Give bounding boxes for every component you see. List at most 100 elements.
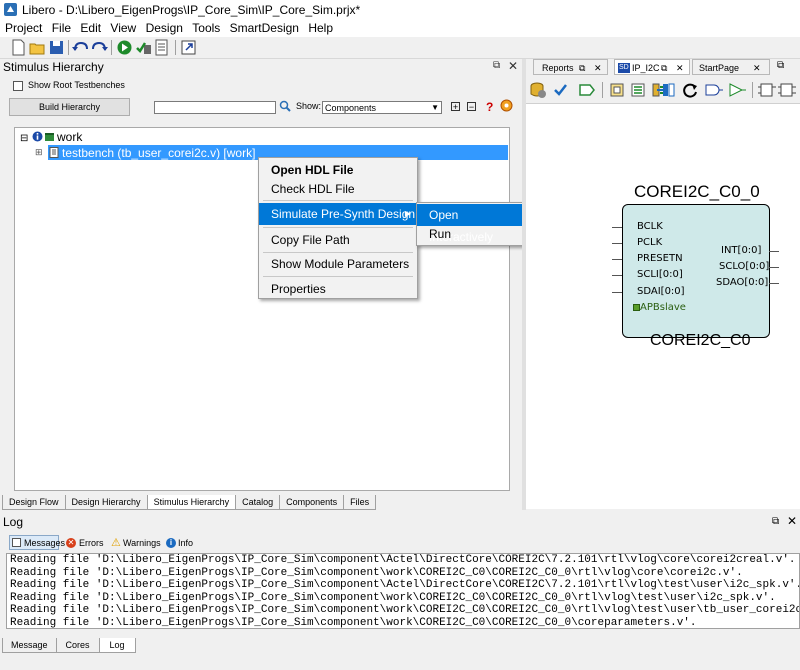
- check-icon[interactable]: [135, 39, 152, 56]
- smartdesign-panel: Reports ⧉ ✕ SD IP_I2C ⧉ ✕ StartPage ✕ ⧉ …: [526, 59, 800, 509]
- pin-stub: [612, 227, 622, 228]
- filter-info-button[interactable]: i Info: [165, 536, 197, 550]
- tab-files[interactable]: Files: [343, 495, 377, 510]
- filter-messages-button[interactable]: Messages: [9, 535, 65, 550]
- tab-ip-i2c[interactable]: SD IP_I2C ⧉ ✕: [614, 59, 690, 75]
- menu-item-simulate-pre-synth[interactable]: Simulate Pre-Synth Design ▶: [259, 203, 417, 225]
- libero-app-icon: [4, 3, 17, 16]
- buffer-gate-icon[interactable]: [727, 83, 747, 97]
- design-rule-check-icon[interactable]: [553, 82, 568, 97]
- tab-components[interactable]: Components: [279, 495, 345, 510]
- show-root-checkbox[interactable]: [13, 81, 23, 91]
- smartdesign-badge-icon: SD: [618, 63, 630, 73]
- filter-warnings-button[interactable]: ⚠ Warnings: [110, 536, 162, 550]
- latch-icon[interactable]: [778, 83, 796, 97]
- close-log-icon[interactable]: ✕: [787, 514, 797, 528]
- expand-all-icon[interactable]: +: [451, 102, 460, 112]
- pin-int[interactable]: INT[0:0]: [721, 245, 761, 256]
- help-icon[interactable]: ?: [486, 100, 493, 114]
- undo-icon[interactable]: [72, 39, 89, 56]
- tab-catalog[interactable]: Catalog: [235, 495, 281, 510]
- flip-flop-icon[interactable]: [758, 83, 776, 97]
- close-tab-icon[interactable]: ✕: [676, 60, 684, 76]
- tab-startpage[interactable]: StartPage ✕: [692, 59, 770, 75]
- pin-scli[interactable]: SCLI[0:0]: [637, 269, 683, 280]
- pin-sdao[interactable]: SDAO[0:0]: [716, 277, 768, 288]
- menu-file[interactable]: File: [49, 20, 74, 36]
- tab-reports[interactable]: Reports ⧉ ✕: [533, 59, 608, 75]
- instance-icon[interactable]: [610, 83, 624, 97]
- settings-icon[interactable]: [500, 99, 513, 112]
- restore-tab-icon[interactable]: ⧉: [579, 60, 585, 76]
- expand-toggle-icon[interactable]: ⊞: [35, 147, 43, 158]
- menu-tools[interactable]: Tools: [189, 20, 223, 36]
- expand-window-icon[interactable]: [180, 39, 197, 56]
- log-output[interactable]: Reading file 'D:\Libero_EigenProgs\IP_Co…: [6, 553, 800, 629]
- restore-tab-icon[interactable]: ⧉: [661, 60, 667, 76]
- close-tab-icon[interactable]: ✕: [594, 60, 602, 76]
- filter-info-label: Info: [178, 538, 194, 548]
- build-hierarchy-button[interactable]: Build Hierarchy: [9, 98, 130, 116]
- menu-item-run[interactable]: Run: [417, 223, 525, 245]
- close-tab-icon[interactable]: ✕: [753, 60, 761, 76]
- menu-item-properties[interactable]: Properties: [259, 278, 417, 300]
- tab-message[interactable]: Message: [2, 638, 57, 653]
- title-bar: Libero - D:\Libero_EigenProgs\IP_Core_Si…: [0, 0, 800, 20]
- bus-interface-icon[interactable]: [656, 82, 676, 98]
- new-file-icon[interactable]: [10, 39, 27, 56]
- close-panel-icon[interactable]: ✕: [508, 59, 518, 73]
- filter-messages-label: Messages: [24, 538, 66, 548]
- add-port-icon[interactable]: [578, 83, 596, 97]
- search-input[interactable]: [154, 101, 276, 114]
- log-line: Reading file 'D:\Libero_EigenProgs\IP_Co…: [10, 579, 800, 591]
- refresh-icon[interactable]: [681, 81, 699, 99]
- menu-item-show-module-parameters[interactable]: Show Module Parameters: [259, 253, 417, 275]
- configure-icon[interactable]: [631, 83, 645, 97]
- pin-bclk[interactable]: BCLK: [637, 221, 663, 232]
- bus-interface-pin-icon[interactable]: [633, 304, 640, 311]
- menu-item-check-hdl-file[interactable]: Check HDL File: [259, 178, 417, 200]
- filter-errors-button[interactable]: ✕ Errors: [65, 536, 105, 550]
- open-folder-icon[interactable]: [29, 39, 46, 56]
- canvas-toolbar: [526, 76, 800, 104]
- collapse-toggle-icon[interactable]: ⊟: [20, 133, 28, 144]
- tree-node-work[interactable]: work: [57, 130, 82, 144]
- toolbar-separator: [111, 40, 112, 55]
- pin-apbslave[interactable]: APBslave: [640, 302, 686, 313]
- pin-pclk[interactable]: PCLK: [637, 237, 662, 248]
- pin-sdai[interactable]: SDAI[0:0]: [637, 286, 685, 297]
- restore-log-icon[interactable]: ⧉: [772, 516, 779, 527]
- save-icon[interactable]: [48, 39, 65, 56]
- menu-view[interactable]: View: [107, 20, 139, 36]
- restore-panel-icon[interactable]: ⧉: [493, 60, 500, 71]
- tab-log[interactable]: Log: [98, 638, 136, 653]
- menu-help[interactable]: Help: [305, 20, 336, 36]
- log-line: Reading file 'D:\Libero_EigenProgs\IP_Co…: [10, 604, 800, 616]
- vertical-splitter[interactable]: [522, 59, 526, 510]
- tab-design-hierarchy[interactable]: Design Hierarchy: [64, 495, 148, 510]
- menu-design[interactable]: Design: [143, 20, 186, 36]
- tree-node-testbench[interactable]: testbench (tb_user_corei2c.v) [work]: [62, 146, 255, 160]
- generate-component-icon[interactable]: [529, 81, 547, 99]
- redo-icon[interactable]: [91, 39, 108, 56]
- toolbar-separator: [175, 40, 176, 55]
- show-select[interactable]: Components ▼: [322, 101, 442, 114]
- and-gate-icon[interactable]: [704, 83, 724, 97]
- menu-edit[interactable]: Edit: [77, 20, 104, 36]
- pin-stub: [769, 283, 779, 284]
- tab-stimulus-hierarchy[interactable]: Stimulus Hierarchy: [146, 495, 237, 510]
- tab-cores[interactable]: Cores: [55, 638, 100, 653]
- run-icon[interactable]: [116, 39, 133, 56]
- menu-smartdesign[interactable]: SmartDesign: [227, 20, 302, 36]
- menu-project[interactable]: Project: [0, 20, 45, 36]
- report-icon[interactable]: [153, 39, 170, 56]
- pin-sclo[interactable]: SCLO[0:0]: [719, 261, 769, 272]
- search-icon[interactable]: [279, 100, 291, 112]
- restore-panel-icon[interactable]: ⧉: [777, 60, 784, 71]
- collapse-all-icon[interactable]: −: [467, 102, 476, 112]
- info-icon: [32, 131, 43, 142]
- pin-presetn[interactable]: PRESETN: [637, 253, 683, 264]
- menu-item-copy-file-path[interactable]: Copy File Path: [259, 229, 417, 251]
- filter-warnings-label: Warnings: [123, 538, 161, 548]
- tab-design-flow[interactable]: Design Flow: [2, 495, 66, 510]
